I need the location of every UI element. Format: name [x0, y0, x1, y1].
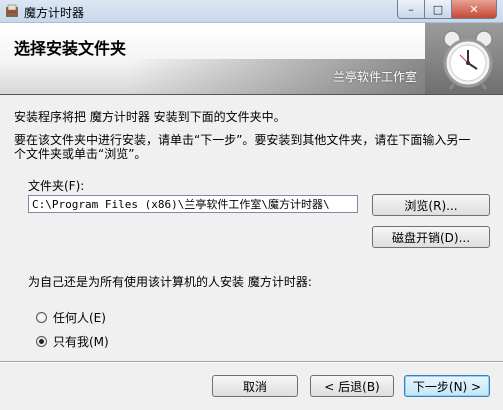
folder-label: 文件夹(F):	[28, 179, 85, 193]
alarm-clock-icon	[443, 30, 493, 90]
back-button[interactable]: < 后退(B)	[310, 375, 394, 397]
header-banner: 选择安装文件夹 兰亭软件工作室	[0, 23, 503, 95]
folder-path-input[interactable]: C:\Program Files (x86)\兰亭软件工作室\魔方计时器\	[28, 195, 358, 213]
disk-cost-button[interactable]: 磁盘开销(D)...	[372, 226, 490, 248]
content-area: 安装程序将把 魔方计时器 安装到下面的文件夹中。 要在该文件夹中进行安装，请单击…	[0, 95, 503, 365]
close-button[interactable]: ✕	[452, 0, 497, 19]
footer-separator	[0, 361, 503, 363]
title-bar[interactable]: 魔方计时器 – □ ✕	[0, 0, 503, 23]
instruction-text-line2: 个文件夹或单击“浏览”。	[14, 147, 147, 161]
radio-everyone-circle[interactable]	[36, 312, 47, 323]
intro-text: 安装程序将把 魔方计时器 安装到下面的文件夹中。	[14, 110, 286, 124]
radio-just-me-circle[interactable]	[36, 336, 47, 347]
radio-just-me-label: 只有我(M)	[53, 335, 109, 349]
radio-everyone[interactable]: 任何人(E)	[36, 309, 106, 326]
minimize-button[interactable]: –	[397, 0, 425, 19]
install-for-label: 为自己还是为所有使用该计算机的人安装 魔方计时器:	[28, 275, 312, 289]
radio-everyone-label: 任何人(E)	[53, 311, 106, 325]
cancel-button[interactable]: 取消	[212, 375, 298, 397]
banner-panel: 选择安装文件夹 兰亭软件工作室	[0, 23, 425, 94]
banner-subtitle: 兰亭软件工作室	[332, 70, 417, 84]
maximize-button[interactable]: □	[425, 0, 452, 19]
next-button[interactable]: 下一步(N) >	[404, 375, 490, 397]
page-title: 选择安装文件夹	[14, 39, 127, 58]
window-controls: – □ ✕	[397, 0, 497, 19]
window-title: 魔方计时器	[24, 6, 85, 20]
browse-button[interactable]: 浏览(R)...	[372, 194, 490, 216]
installer-app-icon	[6, 4, 18, 17]
radio-just-me[interactable]: 只有我(M)	[36, 333, 109, 350]
